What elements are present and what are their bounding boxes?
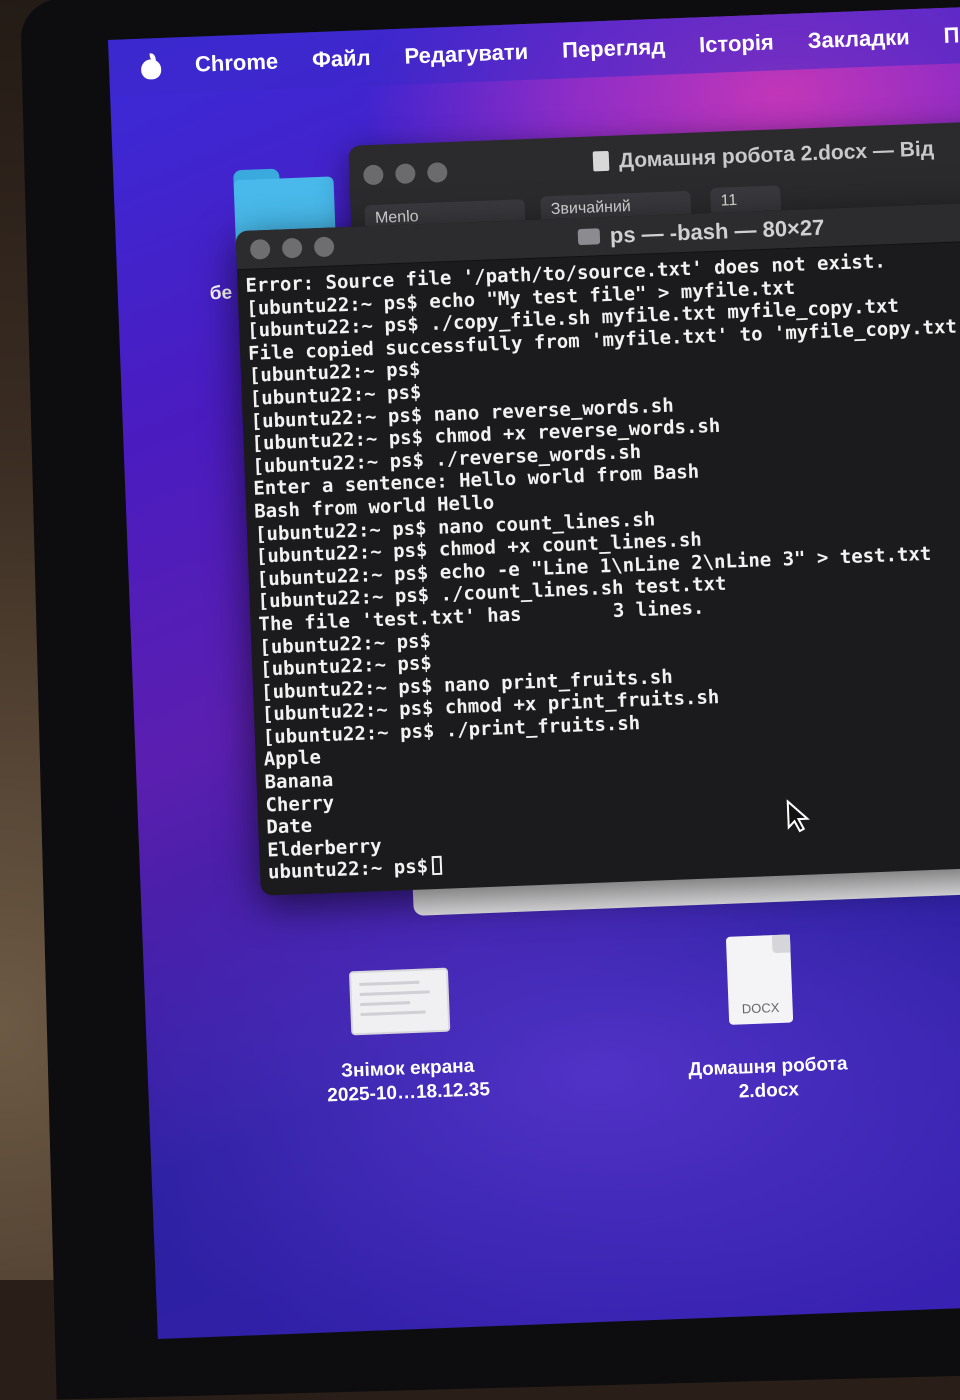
close-button[interactable] — [362, 164, 384, 186]
menu-profiles[interactable]: Пр — [943, 22, 960, 49]
docx-file-icon[interactable]: DOCX — [725, 934, 794, 1025]
terminal-output[interactable]: Error: Source file '/path/to/source.txt'… — [245, 246, 960, 890]
apple-icon[interactable] — [139, 53, 162, 80]
menu-app-chrome[interactable]: Chrome — [195, 48, 279, 77]
zoom-button[interactable] — [426, 162, 448, 183]
zoom-button[interactable] — [313, 236, 335, 258]
terminal-title-text: ps — -bash — 80×27 — [609, 214, 825, 248]
menu-view[interactable]: Перегляд — [562, 34, 666, 64]
minimize-button[interactable] — [394, 163, 416, 185]
document-window-title: Домашня робота 2.docx — Від — [592, 137, 935, 174]
document-icon — [592, 150, 610, 172]
terminal-title: ps — -bash — 80×27 — [577, 214, 825, 250]
menu-history[interactable]: Історія — [699, 29, 775, 58]
close-button[interactable] — [249, 238, 271, 260]
document-title-text: Домашня робота 2.docx — Від — [618, 137, 935, 173]
docx-file-label[interactable]: Домашня робота 2.docx — [658, 1051, 880, 1107]
screenshot-file-label[interactable]: Знімок екрана 2025-10…18.12.35 — [297, 1053, 519, 1109]
terminal-lines: Error: Source file '/path/to/source.txt'… — [245, 246, 960, 862]
menu-bookmarks[interactable]: Закладки — [807, 24, 910, 54]
minimize-button[interactable] — [281, 237, 303, 259]
docx-extension: DOCX — [741, 999, 780, 1017]
text-cursor — [431, 856, 443, 876]
menu-edit[interactable]: Редагувати — [404, 39, 529, 70]
folder-label: бе — [209, 282, 233, 305]
terminal-window[interactable]: ps — -bash — 80×27 Error: Source file '/… — [235, 201, 960, 896]
folder-icon — [577, 228, 601, 246]
window-controls — [249, 236, 335, 260]
screenshot-icon[interactable] — [348, 967, 451, 1036]
menu-file[interactable]: Файл — [312, 45, 371, 73]
terminal-prompt: ubuntu22:~ ps$ — [267, 855, 429, 884]
screen: Chrome Файл Редагувати Перегляд Історія … — [108, 5, 960, 1340]
window-controls — [362, 162, 448, 186]
